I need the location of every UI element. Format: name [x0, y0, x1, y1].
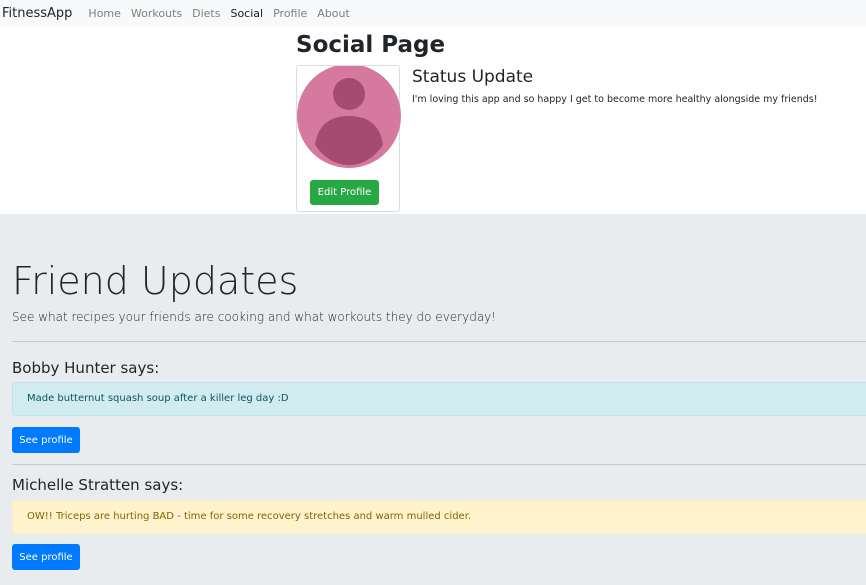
friend-update-message: OW!! Triceps are hurting BAD - time for … [12, 500, 866, 534]
navbar: FitnessApp Home Workouts Diets Social Pr… [0, 0, 866, 27]
status-text: I'm loving this app and so happy I get t… [412, 94, 818, 105]
friend-updates-lead: See what recipes your friends are cookin… [12, 310, 497, 324]
friend-updates-section: Friend Updates See what recipes your fri… [0, 214, 866, 585]
friend-name: Michelle Stratten says: [12, 476, 184, 494]
friend-name: Bobby Hunter says: [12, 359, 160, 377]
page-title: Social Page [296, 32, 446, 58]
nav-link-about[interactable]: About [317, 7, 350, 20]
status-heading: Status Update [412, 67, 534, 87]
see-profile-button[interactable]: See profile [12, 544, 80, 570]
edit-profile-button[interactable]: Edit Profile [310, 180, 379, 205]
nav-link-social[interactable]: Social [230, 7, 263, 20]
divider [12, 341, 866, 342]
nav-link-workouts[interactable]: Workouts [131, 7, 182, 20]
divider [12, 464, 866, 465]
see-profile-button[interactable]: See profile [12, 427, 80, 453]
nav-link-diets[interactable]: Diets [192, 7, 220, 20]
nav-link-home[interactable]: Home [88, 7, 120, 20]
nav-link-profile[interactable]: Profile [273, 7, 307, 20]
friend-update-message: Made butternut squash soup after a kille… [12, 382, 866, 416]
user-avatar-icon [297, 66, 401, 168]
profile-card: Edit Profile [296, 65, 401, 212]
friend-updates-title: Friend Updates [12, 259, 299, 303]
brand-link[interactable]: FitnessApp [2, 6, 72, 21]
